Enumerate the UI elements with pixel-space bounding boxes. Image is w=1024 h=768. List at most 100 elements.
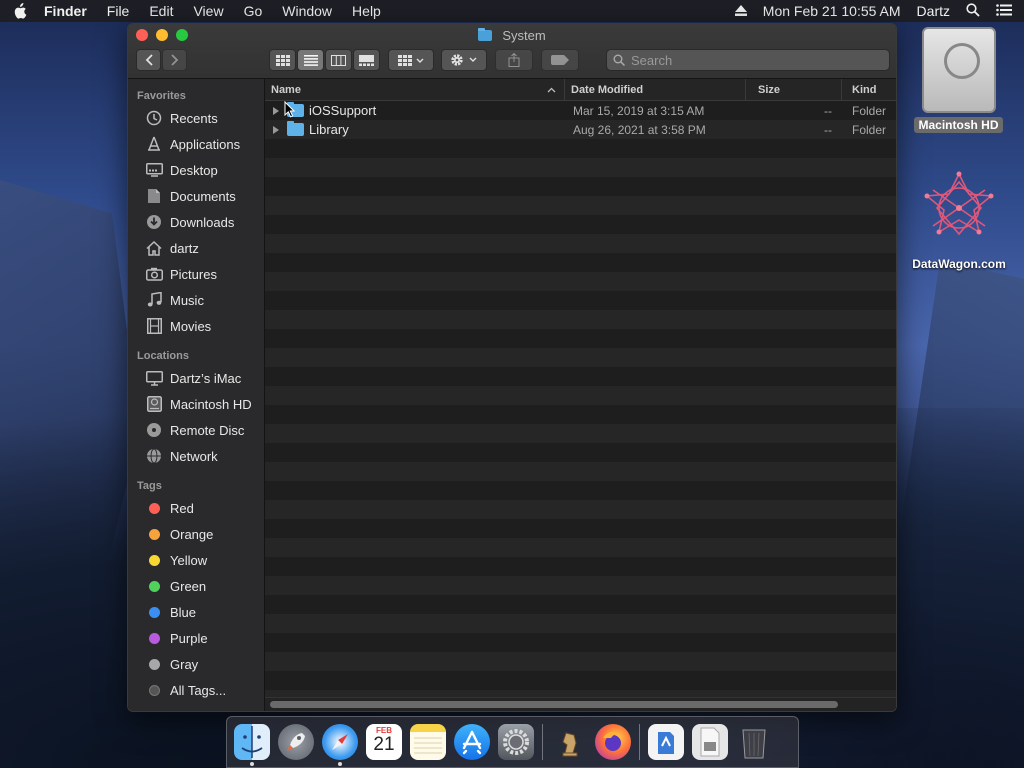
- dock-trash[interactable]: [736, 724, 772, 760]
- menu-help[interactable]: Help: [352, 3, 381, 19]
- menu-edit[interactable]: Edit: [149, 3, 173, 19]
- folder-icon: [478, 28, 493, 41]
- sidebar-item-label: Downloads: [170, 214, 235, 230]
- blue-dot-icon: [148, 606, 160, 618]
- menu-user[interactable]: Dartz: [917, 3, 950, 19]
- sidebar-tag-all[interactable]: All Tags...: [128, 677, 264, 703]
- desktop-icon-macintosh-hd[interactable]: Macintosh HD: [911, 27, 1006, 133]
- menu-window[interactable]: Window: [282, 3, 332, 19]
- gear-icon: [503, 729, 529, 755]
- dock-safari[interactable]: [322, 724, 358, 766]
- tag-button[interactable]: [541, 49, 579, 71]
- finder-face-icon: [241, 726, 263, 758]
- sidebar-item-documents[interactable]: Documents: [128, 183, 264, 209]
- running-indicator: [250, 762, 254, 766]
- tag-dot: [145, 629, 163, 647]
- sidebar-tag-orange[interactable]: Orange: [128, 521, 264, 547]
- film-icon: [145, 317, 163, 335]
- sidebar-tag-red[interactable]: Red: [128, 495, 264, 521]
- gallery-view-button[interactable]: [353, 49, 380, 71]
- tag-dot: [145, 681, 163, 699]
- sidebar-item-recents[interactable]: Recents: [128, 105, 264, 131]
- sidebar-item-label: Orange: [170, 526, 214, 542]
- disclosure-triangle-icon[interactable]: [273, 125, 279, 134]
- sidebar-item-network[interactable]: Network: [128, 443, 264, 469]
- sidebar-tag-green[interactable]: Green: [128, 573, 264, 599]
- disclosure-triangle-icon[interactable]: [273, 106, 279, 115]
- dock-finder[interactable]: [234, 724, 270, 766]
- sidebar-item-downloads[interactable]: Downloads: [128, 209, 264, 235]
- column-date-modified[interactable]: Date Modified: [565, 78, 746, 101]
- folder-icon: [287, 121, 304, 136]
- search-icon: [613, 54, 625, 66]
- sidebar-item-macintosh-hd[interactable]: Macintosh HD: [128, 391, 264, 417]
- spotlight-icon[interactable]: [966, 2, 980, 20]
- sidebar-tag-purple[interactable]: Purple: [128, 625, 264, 651]
- tag-dot: [145, 525, 163, 543]
- dock-system-preferences[interactable]: [498, 724, 534, 760]
- notes-lines-icon: [414, 737, 442, 754]
- column-view-button[interactable]: [325, 49, 352, 71]
- desktop-icon: [145, 161, 163, 179]
- column-size[interactable]: Size: [746, 78, 842, 101]
- share-button[interactable]: [495, 49, 533, 71]
- list-view-button[interactable]: [297, 49, 324, 71]
- sidebar-item-imac[interactable]: Dartz’s iMac: [128, 365, 264, 391]
- dock: FEB 21: [226, 716, 799, 768]
- group-button[interactable]: [388, 49, 434, 71]
- dock-app-store[interactable]: [454, 724, 490, 760]
- apple-icon[interactable]: [12, 3, 28, 19]
- sidebar-item-pictures[interactable]: Pictures: [128, 261, 264, 287]
- menu-finder[interactable]: Finder: [44, 3, 87, 19]
- window-title-text: System: [502, 28, 546, 43]
- camera-icon: [145, 265, 163, 283]
- sidebar-item-desktop[interactable]: Desktop: [128, 157, 264, 183]
- scrollbar-thumb[interactable]: [270, 701, 838, 708]
- search-field[interactable]: Search: [606, 49, 890, 71]
- desktop-icon-label: DataWagon.com: [912, 257, 1006, 271]
- menu-view[interactable]: View: [193, 3, 223, 19]
- sort-chevron-up-icon: [547, 87, 556, 92]
- dock-document[interactable]: [692, 724, 728, 760]
- desktop-icon-datawagon[interactable]: DataWagon.com: [900, 170, 1018, 271]
- sidebar-item-label: Music: [170, 292, 204, 308]
- forward-button[interactable]: [162, 49, 187, 71]
- horizontal-scrollbar[interactable]: [265, 697, 896, 711]
- menu-file[interactable]: File: [107, 3, 130, 19]
- file-date: Aug 26, 2021 at 3:58 PM: [573, 122, 706, 137]
- table-row[interactable]: iOSSupport Mar 15, 2019 at 3:15 AM -- Fo…: [265, 101, 896, 120]
- dock-notes[interactable]: [410, 724, 446, 760]
- document-icon: [145, 187, 163, 205]
- sidebar-item-home[interactable]: dartz: [128, 235, 264, 261]
- imac-icon: [145, 369, 163, 387]
- sidebar-item-applications[interactable]: Applications: [128, 131, 264, 157]
- column-kind-label: Kind: [852, 83, 877, 96]
- dock-downloads-stack[interactable]: [648, 724, 684, 760]
- eject-icon[interactable]: [734, 3, 747, 19]
- dock-launchpad[interactable]: [278, 724, 314, 760]
- sidebar-tag-gray[interactable]: Gray: [128, 651, 264, 677]
- dock-chess[interactable]: [551, 724, 587, 760]
- view-buttons: [269, 49, 380, 71]
- sidebar-item-label: Yellow: [170, 552, 208, 568]
- sidebar-tag-yellow[interactable]: Yellow: [128, 547, 264, 573]
- sidebar-item-movies[interactable]: Movies: [128, 313, 264, 339]
- dock-firefox[interactable]: [595, 724, 631, 760]
- sidebar-item-music[interactable]: Music: [128, 287, 264, 313]
- sidebar-header-locations: Locations: [137, 350, 189, 362]
- table-row[interactable]: Library Aug 26, 2021 at 3:58 PM -- Folde…: [265, 120, 896, 139]
- control-center-icon[interactable]: [996, 3, 1012, 19]
- sidebar-item-remote-disc[interactable]: Remote Disc: [128, 417, 264, 443]
- menu-go[interactable]: Go: [244, 3, 263, 19]
- sidebar-tag-blue[interactable]: Blue: [128, 599, 264, 625]
- sidebar-item-label: Green: [170, 578, 207, 594]
- menu-clock[interactable]: Mon Feb 21 10:55 AM: [763, 3, 901, 19]
- action-button[interactable]: [441, 49, 487, 71]
- column-name[interactable]: Name: [265, 78, 565, 101]
- titlebar[interactable]: System Search: [128, 24, 896, 79]
- icon-view-button[interactable]: [269, 49, 296, 71]
- back-button[interactable]: [136, 49, 161, 71]
- dock-calendar[interactable]: FEB 21: [366, 724, 402, 760]
- file-list: Name Date Modified Size Kind iOSSupport …: [265, 78, 896, 711]
- column-kind[interactable]: Kind: [842, 79, 876, 101]
